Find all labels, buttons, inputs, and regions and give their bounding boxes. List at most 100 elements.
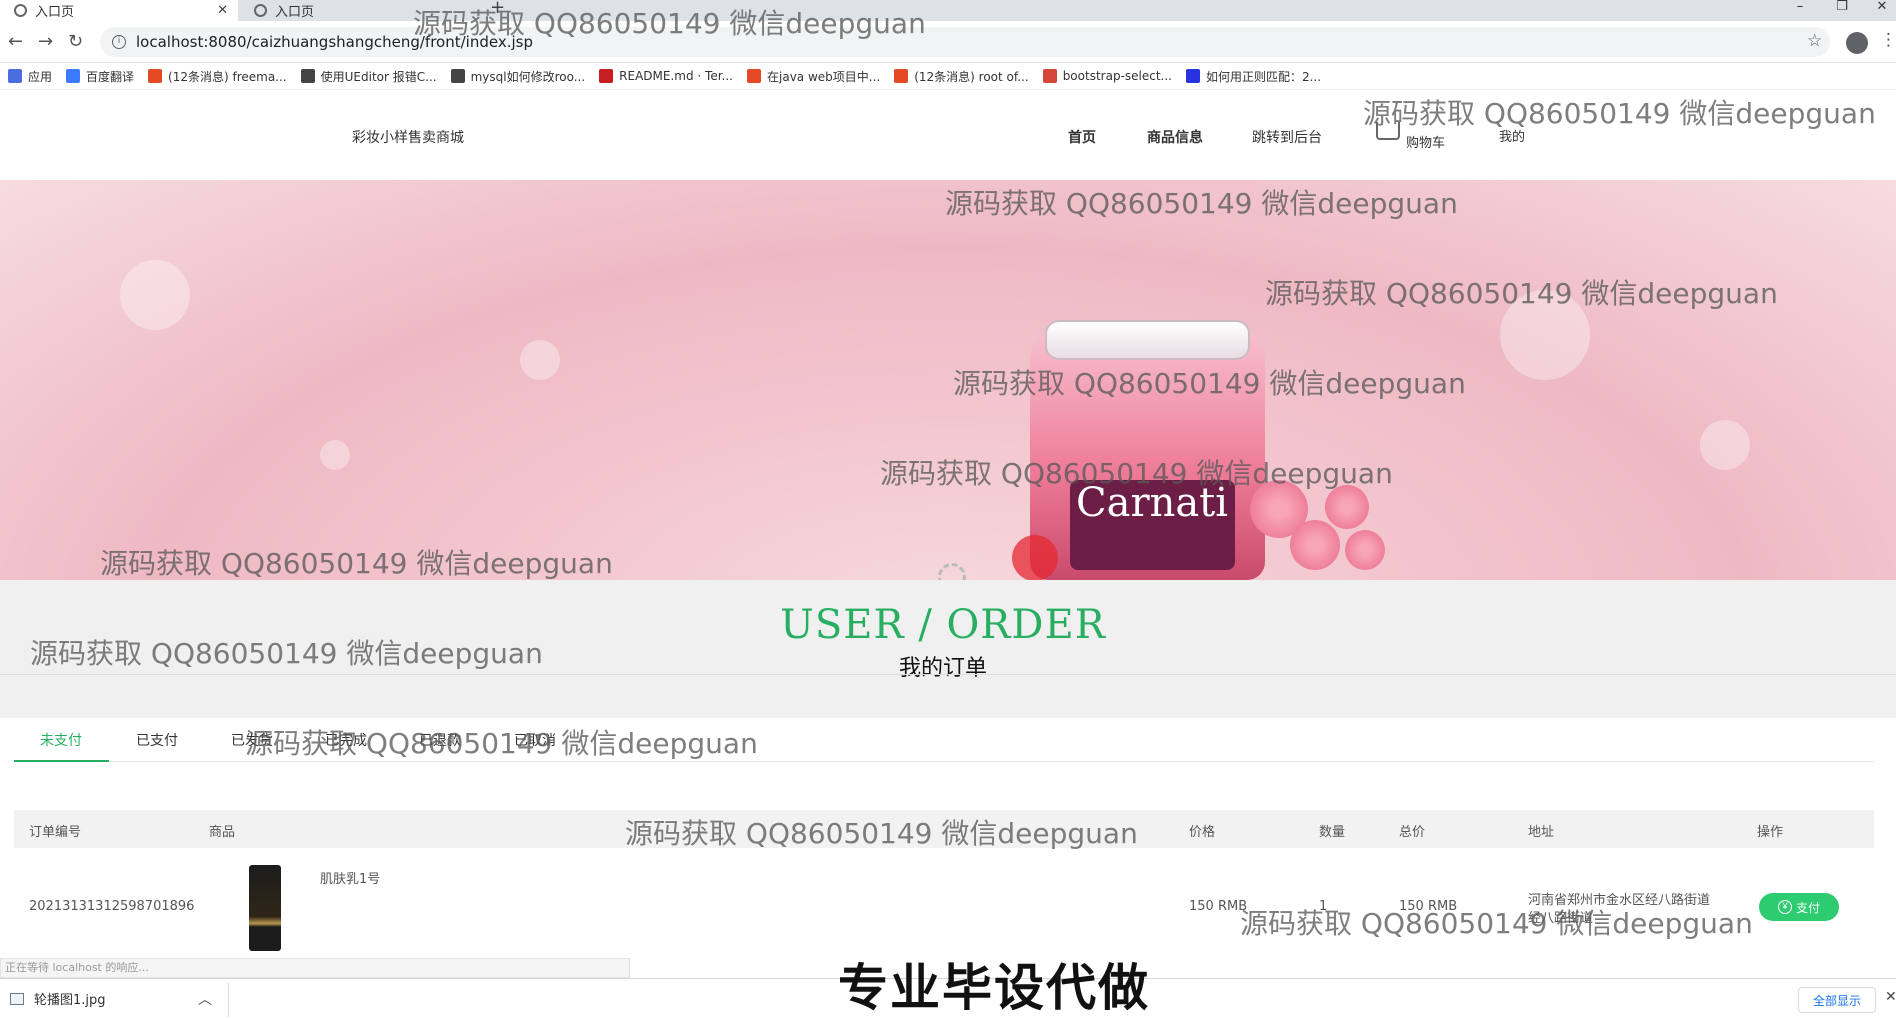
maximize-button[interactable]: ❐ (1822, 0, 1862, 21)
site-brand[interactable]: 彩妆小样售卖商城 (352, 127, 464, 147)
table-row: 20213131312598701896 肌肤乳1号 150 RMB 1 150… (14, 848, 1874, 958)
quantity-value: 1 (1319, 899, 1328, 914)
bookmarks-bar: 应用 百度翻译 (12条消息) freema... 使用UEditor 报错C... m… (0, 63, 1896, 90)
site-icon (1042, 69, 1057, 83)
apps-grid-icon (8, 69, 22, 83)
tab-shipped[interactable]: 已发货 (231, 730, 273, 750)
nav-admin[interactable]: 跳转到后台 (1252, 127, 1322, 147)
close-tab-icon[interactable]: ✕ (217, 3, 228, 18)
bookmark-label: bootstrap-select... (1062, 69, 1172, 83)
nav-products[interactable]: 商品信息 (1147, 127, 1203, 147)
tab-title: 入口页 (35, 5, 75, 20)
browser-tab-inactive[interactable]: 入口页 (240, 0, 470, 21)
nav-mine[interactable]: 我的 (1499, 126, 1525, 145)
bookmark-label: (12条消息) root of... (914, 69, 1029, 84)
bokeh-light (1700, 420, 1750, 470)
bookmark-label: README.md · Ter... (619, 69, 733, 83)
site-icon (450, 69, 465, 83)
bookmark-item[interactable]: README.md · Ter... (599, 69, 733, 83)
baidu-icon (1185, 69, 1200, 83)
column-header-qty: 数量 (1319, 825, 1346, 840)
address-line2: 经八路街道 (1528, 911, 1594, 926)
close-download-shelf-icon[interactable]: ✕ (1885, 989, 1896, 1005)
address-toolbar: ← → ↻ i localhost:8080/caizhuangshangche… (0, 21, 1896, 63)
back-icon[interactable]: ← (8, 31, 23, 52)
nav-cart[interactable]: 购物车 (1406, 132, 1445, 151)
hero-banner-carousel[interactable]: Carnati (0, 180, 1896, 580)
bookmark-item[interactable]: mysql如何修改roo... (450, 68, 586, 85)
info-icon[interactable]: i (112, 35, 126, 49)
globe-icon (14, 4, 27, 17)
bokeh-light (120, 260, 190, 330)
menu-kebab-icon[interactable]: ⋮ (1880, 30, 1896, 50)
bookmark-item[interactable]: 百度翻译 (66, 68, 134, 85)
tab-refunded[interactable]: 已退款 (419, 730, 461, 750)
section-title-cn: 我的订单 (898, 656, 987, 681)
promo-overlay-text: 专业毕设代做 (838, 959, 1150, 1017)
active-tab-indicator (14, 760, 109, 762)
bokeh-light (520, 340, 560, 380)
bookmark-label: 使用UEditor 报错C... (320, 69, 437, 84)
download-file-name: 轮播图1.jpg (34, 993, 106, 1008)
site-header: 彩妆小样售卖商城 首页 商品信息 跳转到后台 购物车 我的 (0, 90, 1896, 180)
tab-unpaid[interactable]: 未支付 (40, 730, 82, 750)
yen-icon: ¥ (1777, 900, 1792, 914)
minimize-button[interactable]: – (1780, 0, 1820, 21)
divider (0, 674, 1896, 675)
order-table-header: 订单编号 商品 价格 数量 总价 地址 操作 (14, 810, 1874, 848)
baidu-fanyi-icon (66, 69, 81, 83)
column-header-total: 总价 (1399, 825, 1426, 840)
bookmark-label: mysql如何修改roo... (470, 69, 586, 84)
bookmark-label: (12条消息) freema... (168, 69, 287, 84)
forward-icon[interactable]: → (38, 31, 53, 52)
bookmark-label: 应用 (28, 69, 53, 84)
column-header-product: 商品 (209, 825, 236, 840)
show-all-downloads-button[interactable]: 全部显示 (1798, 987, 1876, 1013)
new-tab-button[interactable]: + (490, 0, 505, 18)
url-bar[interactable]: i localhost:8080/caizhuangshangcheng/fro… (100, 27, 1830, 57)
bookmark-item[interactable]: (12条消息) freema... (148, 68, 287, 85)
nav-home[interactable]: 首页 (1068, 127, 1096, 147)
site-icon (300, 69, 315, 83)
chevron-up-icon[interactable]: ︿ (198, 989, 212, 1009)
bookmark-item[interactable]: (12条消息) root of... (894, 68, 1029, 85)
product-thumbnail[interactable] (249, 865, 281, 951)
tab-cancelled[interactable]: 已取消 (514, 730, 556, 750)
globe-icon (254, 4, 267, 17)
tab-paid[interactable]: 已支付 (136, 730, 178, 750)
url-text: localhost:8080/caizhuangshangcheng/front… (136, 33, 533, 51)
bookmark-item[interactable]: bootstrap-select... (1042, 69, 1172, 83)
cart-icon[interactable] (1376, 122, 1400, 140)
product-name[interactable]: 肌肤乳1号 (320, 868, 380, 887)
bookmark-item[interactable]: 使用UEditor 报错C... (300, 68, 437, 85)
close-window-button[interactable]: ✕ (1862, 0, 1896, 21)
order-status-tabs: 未支付 已支付 已发货 已完成 已退款 已取消 (14, 718, 1874, 762)
bookmark-item[interactable]: 应用 (8, 68, 52, 85)
address-line1: 河南省郑州市金水区经八路街道 (1528, 893, 1711, 908)
bookmark-star-icon[interactable]: ☆ (1807, 31, 1822, 51)
column-header-price: 价格 (1189, 825, 1216, 840)
bookmark-label: 如何用正则匹配：2... (1205, 69, 1322, 84)
tab-title: 入口页 (275, 5, 315, 20)
csdn-icon (148, 69, 163, 83)
browser-tab-active[interactable]: 入口页 ✕ (0, 0, 238, 21)
column-header-order-no: 订单编号 (29, 825, 82, 840)
download-item[interactable]: 轮播图1.jpg (10, 989, 106, 1008)
gitee-icon (599, 69, 614, 83)
total-value: 150 RMB (1399, 899, 1458, 914)
browser-tab-strip: 入口页 ✕ 入口页 + – ❐ ✕ (0, 0, 1896, 21)
bookmark-item[interactable]: 在java web项目中... (747, 68, 880, 85)
tab-completed[interactable]: 已完成 (325, 730, 367, 750)
pay-button[interactable]: ¥ 支付 (1759, 893, 1839, 921)
order-number: 20213131312598701896 (29, 899, 195, 914)
jar-lid (1045, 320, 1250, 360)
reload-icon[interactable]: ↻ (68, 31, 83, 52)
profile-avatar-icon[interactable] (1846, 32, 1868, 54)
bookmark-item[interactable]: 如何用正则匹配：2... (1185, 68, 1322, 85)
cursor-highlight (1012, 535, 1058, 581)
rose-decoration (1290, 520, 1340, 570)
column-header-action: 操作 (1757, 825, 1784, 840)
jar-label-logo: Carnati (1070, 480, 1235, 570)
bokeh-light (1500, 290, 1590, 380)
bookmark-label: 百度翻译 (86, 69, 135, 84)
